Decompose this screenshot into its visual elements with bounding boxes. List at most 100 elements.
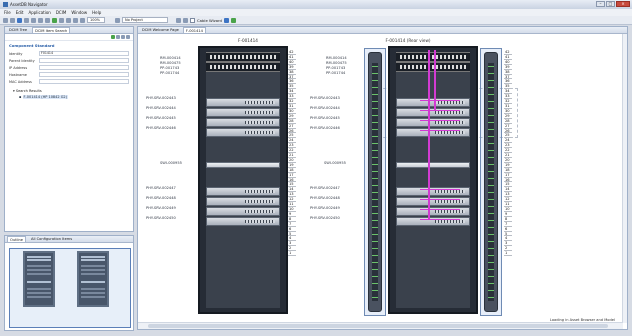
close-button[interactable]: × [616, 1, 630, 7]
menu-edit[interactable]: Edit [16, 10, 24, 15]
field-label: Parent Identity [9, 58, 35, 63]
field-label: Hostname [9, 72, 27, 77]
rear-label-pp-001743: PP-001743 [326, 66, 346, 70]
front-device-phy-srv-002444[interactable] [206, 108, 280, 117]
front-device-phy-srv-002445[interactable] [206, 118, 280, 127]
paste-icon[interactable] [45, 17, 50, 23]
cable-link[interactable] [420, 219, 460, 220]
rear-label-swi-000955: SWI-000955 [324, 161, 346, 165]
filter-icon[interactable] [115, 17, 120, 23]
unit-number: 1 [504, 251, 512, 257]
tab-dcim-item-search[interactable]: DCIM Item Search [32, 27, 71, 33]
rack-rear-unit-numbers: 42 41 40 39 38 37 36 35 34 33 32 31 30 29 28 27 26 25 24 23… [504, 50, 512, 257]
front-device-pp-001743[interactable] [206, 62, 280, 72]
open-icon[interactable] [10, 17, 15, 23]
horizontal-scrollbar[interactable] [138, 322, 623, 329]
front-device-rm-000414[interactable] [206, 52, 280, 62]
collapse-icon[interactable] [121, 35, 125, 39]
pdu-left[interactable] [368, 52, 382, 312]
menu-help[interactable]: Help [92, 10, 101, 15]
cable-link[interactable] [420, 110, 460, 111]
menu-application[interactable]: Application [28, 10, 50, 15]
label-rm-000475: RM-000475 [160, 61, 181, 65]
search-icon[interactable] [176, 17, 181, 23]
rear-device-rm-000414[interactable] [396, 52, 470, 62]
front-device-swi-000955[interactable] [206, 162, 280, 168]
rack-front[interactable] [198, 46, 288, 314]
clear-icon[interactable] [116, 35, 120, 39]
project-select[interactable]: No Project [122, 17, 168, 23]
minimize-button[interactable]: – [596, 1, 605, 7]
vertical-scrollbar[interactable] [622, 34, 627, 323]
menu-dcim[interactable]: DCIM [56, 10, 67, 15]
forward-icon[interactable] [66, 17, 71, 23]
rear-label-phy-srv-002444: PHY-SRV-002444 [310, 106, 340, 110]
main-toolbar: 100% No Project Cable Wizard [0, 16, 632, 25]
cable-trunk-2[interactable] [434, 50, 436, 110]
rear-label-phy-srv-002450: PHY-SRV-002450 [310, 216, 340, 220]
cable-wizard-checkbox[interactable] [190, 17, 195, 23]
tab-dcim-welcome-page[interactable]: DCIM Welcome Page [140, 27, 181, 33]
front-device-phy-srv-002446[interactable] [206, 128, 280, 137]
menu-file[interactable]: File [4, 10, 11, 15]
parent-identity-field[interactable] [39, 58, 129, 63]
outline-preview[interactable] [5, 243, 133, 331]
rack-rear[interactable] [388, 46, 478, 314]
label-phy-srv-002445: PHY-SRV-002445 [146, 116, 176, 120]
new-icon[interactable] [3, 17, 8, 23]
cut-icon[interactable] [31, 17, 36, 23]
front-device-phy-srv-002449[interactable] [206, 207, 280, 216]
left-panel: DCIM Tree DCIM Item Search Component Sta… [4, 26, 134, 232]
cable-link[interactable] [420, 130, 460, 131]
tab-rack-f001414[interactable]: F-001414 [182, 27, 206, 33]
save-icon[interactable] [17, 17, 22, 23]
zoom-out-icon[interactable] [80, 17, 85, 23]
field-row-hostname: Hostname [5, 71, 133, 78]
cable-link[interactable] [420, 100, 460, 101]
zoom-select[interactable]: 100% [87, 17, 105, 23]
maximize-button[interactable]: □ [606, 1, 615, 7]
tab-all-configuration-items[interactable]: All Configuration Items [29, 236, 74, 242]
chart-icon[interactable] [223, 17, 229, 23]
cable-link[interactable] [420, 189, 460, 190]
rear-device-pp-001743[interactable] [396, 62, 470, 72]
rear-label-phy-srv-002446: PHY-SRV-002446 [310, 126, 340, 130]
hostname-field[interactable] [39, 72, 129, 77]
tab-outline[interactable]: Outline [7, 236, 27, 242]
identity-field[interactable]: F01414 [39, 51, 129, 56]
tab-dcim-tree[interactable]: DCIM Tree [7, 27, 29, 33]
menu-window[interactable]: Window [71, 10, 87, 15]
export-icon[interactable] [230, 17, 236, 23]
ip-address-field[interactable] [39, 65, 129, 70]
outline-tabs: Outline All Configuration Items [5, 236, 133, 243]
rack-canvas[interactable]: F-001414 F-001414 (Rear view) 42 41 40 39 38… [138, 34, 623, 323]
front-device-phy-srv-002443[interactable] [206, 98, 280, 107]
cable-wizard-label: Cable Wizard [197, 17, 222, 23]
refresh-icon[interactable] [52, 17, 57, 23]
run-search-icon[interactable] [111, 35, 115, 39]
front-device-phy-srv-002450[interactable] [206, 217, 280, 226]
window-title: AssetDB Navigator [10, 2, 48, 7]
zoom-in-icon[interactable] [73, 17, 78, 23]
viewport-frame[interactable] [9, 248, 131, 328]
cable-link[interactable] [420, 120, 460, 121]
rear-label-rm-000475: RM-000475 [326, 61, 347, 65]
scroll-thumb[interactable] [148, 324, 608, 328]
unit-number: 1 [288, 251, 296, 257]
front-device-phy-srv-002447[interactable] [206, 187, 280, 196]
link-icon[interactable] [183, 17, 188, 23]
copy-icon[interactable] [38, 17, 43, 23]
cable-trunk-3[interactable] [428, 164, 430, 220]
print-icon[interactable] [24, 17, 29, 23]
cable-link[interactable] [420, 209, 460, 210]
rear-device-swi-000955[interactable] [396, 162, 470, 168]
menu-icon[interactable] [126, 35, 130, 39]
app-icon [3, 2, 8, 7]
label-phy-srv-002444: PHY-SRV-002444 [146, 106, 176, 110]
back-icon[interactable] [59, 17, 64, 23]
tree-item-result[interactable]: ▪ F-001414 (HP 10842 G2) [5, 94, 133, 100]
mac-address-field[interactable] [39, 79, 129, 84]
front-device-phy-srv-002448[interactable] [206, 197, 280, 206]
cable-link[interactable] [420, 199, 460, 200]
pdu-right[interactable] [484, 52, 498, 312]
